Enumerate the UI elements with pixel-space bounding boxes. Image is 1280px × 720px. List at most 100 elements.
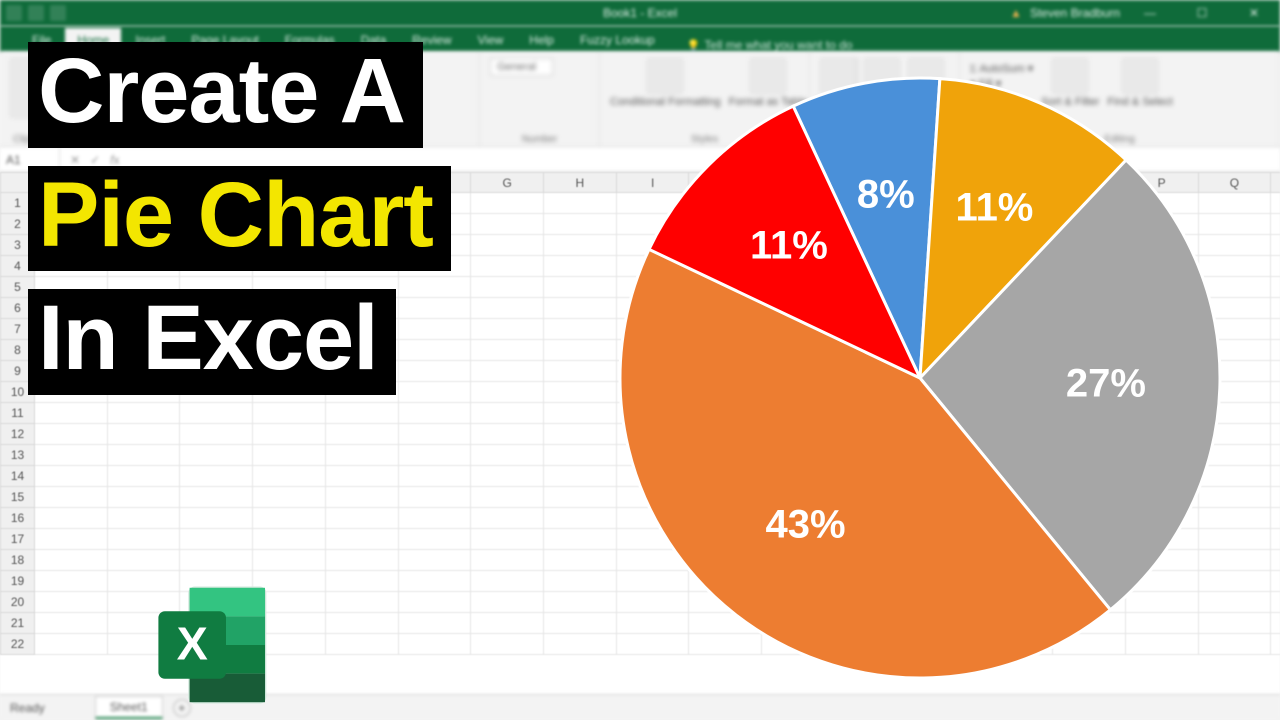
cell[interactable]	[1271, 361, 1280, 382]
cell[interactable]	[1271, 424, 1280, 445]
cell[interactable]	[471, 634, 544, 655]
cell[interactable]	[544, 550, 617, 571]
cell[interactable]	[1271, 235, 1280, 256]
row-header[interactable]: 13	[1, 445, 35, 466]
cell[interactable]	[398, 634, 471, 655]
cell[interactable]	[180, 487, 253, 508]
cell[interactable]	[544, 298, 617, 319]
cell[interactable]	[325, 508, 398, 529]
cell[interactable]	[471, 445, 544, 466]
cell[interactable]	[325, 613, 398, 634]
cell[interactable]	[471, 382, 544, 403]
cell[interactable]	[107, 550, 180, 571]
row-header[interactable]: 14	[1, 466, 35, 487]
cell[interactable]	[325, 403, 398, 424]
cell[interactable]	[325, 466, 398, 487]
close-button[interactable]: ✕	[1232, 0, 1276, 26]
cell[interactable]	[471, 403, 544, 424]
cell[interactable]	[180, 424, 253, 445]
cell[interactable]	[1271, 550, 1280, 571]
cell[interactable]	[398, 487, 471, 508]
cell[interactable]	[544, 487, 617, 508]
cell[interactable]	[325, 550, 398, 571]
cell[interactable]	[398, 508, 471, 529]
cell[interactable]	[471, 361, 544, 382]
cell[interactable]	[544, 445, 617, 466]
cell[interactable]	[544, 529, 617, 550]
cell[interactable]	[1271, 382, 1280, 403]
maximize-button[interactable]: ☐	[1180, 0, 1224, 26]
cell[interactable]	[1271, 571, 1280, 592]
cell[interactable]	[398, 466, 471, 487]
cell[interactable]	[107, 529, 180, 550]
cell[interactable]	[398, 550, 471, 571]
cell[interactable]	[1271, 487, 1280, 508]
row-header[interactable]: 15	[1, 487, 35, 508]
cell[interactable]	[35, 424, 108, 445]
cell[interactable]	[1271, 466, 1280, 487]
cell[interactable]	[1271, 256, 1280, 277]
row-header[interactable]: 16	[1, 508, 35, 529]
cell[interactable]	[471, 256, 544, 277]
cell[interactable]	[1271, 277, 1280, 298]
cell[interactable]	[544, 613, 617, 634]
cell[interactable]	[398, 403, 471, 424]
cell[interactable]	[35, 550, 108, 571]
cell[interactable]	[325, 424, 398, 445]
cell[interactable]	[1271, 508, 1280, 529]
cell[interactable]	[253, 487, 326, 508]
cell[interactable]	[35, 508, 108, 529]
cell[interactable]	[471, 214, 544, 235]
cell[interactable]	[253, 403, 326, 424]
cell[interactable]	[180, 466, 253, 487]
cell[interactable]	[471, 529, 544, 550]
cell[interactable]	[544, 256, 617, 277]
cell[interactable]	[253, 466, 326, 487]
number-format-dropdown[interactable]: General	[490, 58, 553, 76]
cell[interactable]	[544, 403, 617, 424]
cell[interactable]	[35, 487, 108, 508]
cell[interactable]	[398, 529, 471, 550]
row-header[interactable]: 20	[1, 592, 35, 613]
cell[interactable]	[35, 592, 108, 613]
undo-icon[interactable]	[28, 5, 44, 21]
cell[interactable]	[325, 571, 398, 592]
row-header[interactable]: 22	[1, 634, 35, 655]
cell[interactable]	[398, 613, 471, 634]
column-header[interactable]: G	[471, 173, 544, 193]
cell[interactable]	[35, 634, 108, 655]
cell[interactable]	[398, 571, 471, 592]
cell[interactable]	[398, 445, 471, 466]
cell[interactable]	[544, 319, 617, 340]
cell[interactable]	[35, 445, 108, 466]
cell[interactable]	[180, 529, 253, 550]
cell[interactable]	[107, 487, 180, 508]
cell[interactable]	[107, 403, 180, 424]
cell[interactable]	[1271, 445, 1280, 466]
row-header[interactable]: 11	[1, 403, 35, 424]
cell[interactable]	[471, 298, 544, 319]
cell[interactable]	[35, 529, 108, 550]
ribbon-tab-fuzzy-lookup[interactable]: Fuzzy Lookup	[568, 28, 667, 52]
cell[interactable]	[544, 382, 617, 403]
cell[interactable]	[544, 277, 617, 298]
cell[interactable]	[325, 487, 398, 508]
cell[interactable]	[253, 508, 326, 529]
cell[interactable]	[471, 466, 544, 487]
cell[interactable]	[35, 466, 108, 487]
cell[interactable]	[1271, 592, 1280, 613]
cell[interactable]	[1271, 613, 1280, 634]
cell[interactable]	[471, 235, 544, 256]
cell[interactable]	[1271, 214, 1280, 235]
cell[interactable]	[471, 487, 544, 508]
cell[interactable]	[544, 214, 617, 235]
row-header[interactable]: 19	[1, 571, 35, 592]
row-header[interactable]: 18	[1, 550, 35, 571]
cell[interactable]	[325, 529, 398, 550]
cell[interactable]	[544, 193, 617, 214]
cell[interactable]	[253, 424, 326, 445]
redo-icon[interactable]	[50, 5, 66, 21]
cell[interactable]	[544, 361, 617, 382]
cell[interactable]	[544, 340, 617, 361]
minimize-button[interactable]: —	[1128, 0, 1172, 26]
